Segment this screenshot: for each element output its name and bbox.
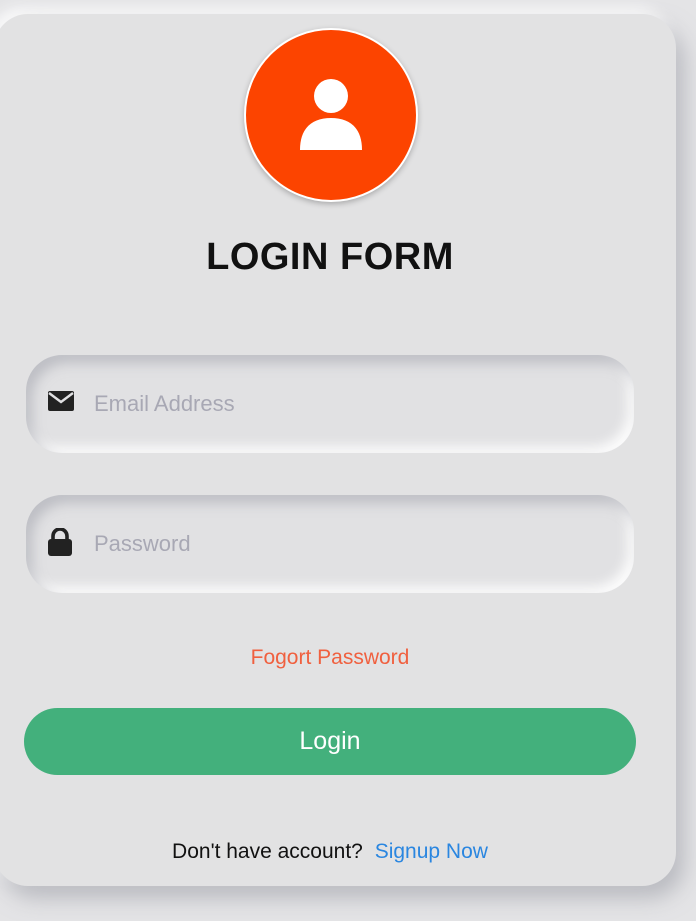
signup-prompt: Don't have account? bbox=[172, 840, 363, 863]
email-field[interactable] bbox=[26, 355, 634, 453]
user-icon bbox=[300, 79, 362, 150]
password-field[interactable] bbox=[26, 495, 634, 593]
password-input[interactable] bbox=[92, 523, 596, 565]
page-title: LOGIN FORM bbox=[206, 236, 454, 278]
forgot-password-link[interactable]: Fogort Password bbox=[0, 646, 666, 670]
login-button[interactable]: Login bbox=[24, 708, 636, 775]
email-input[interactable] bbox=[92, 383, 596, 425]
signup-link[interactable]: Signup Now bbox=[375, 840, 488, 863]
signup-row: Don't have account? Signup Now bbox=[0, 840, 666, 864]
login-page: LOGIN FORM Fogort Password Login Don't h… bbox=[0, 0, 696, 921]
login-card: LOGIN FORM Fogort Password Login Don't h… bbox=[0, 14, 676, 886]
avatar bbox=[244, 28, 418, 202]
envelope-icon bbox=[48, 391, 74, 411]
lock-icon bbox=[48, 528, 72, 556]
